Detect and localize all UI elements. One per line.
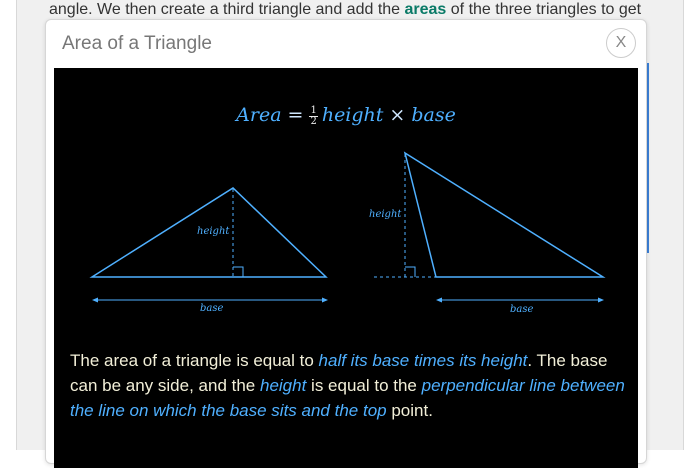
right-triangle: height base [369,151,606,315]
description-highlight-height: height [259,376,307,395]
description-part-1: The area of a triangle is equal to [70,351,319,370]
right-arrowhead-right-icon [598,297,604,303]
left-arrowhead-left-icon [92,297,98,303]
description-part-3: is equal to the [306,376,422,395]
left-arrowhead-right-icon [322,297,328,303]
background-paragraph: angle. We then create a third triangle a… [49,0,641,20]
triangle-explanation-panel: Area = 1 2 height × base height base height [54,68,638,468]
background-text-before: angle. We then create a third triangle a… [49,1,405,18]
right-height-label: height [369,209,402,220]
right-triangle-shape [403,151,606,278]
area-of-triangle-dialog: Area of a Triangle X Area = 1 2 height × base … [45,19,647,468]
selection-accent-bar [647,63,650,253]
area-description: The area of a triangle is equal to half … [70,348,630,423]
triangle-diagram: height base height base [89,151,606,315]
right-right-angle-icon [405,266,416,277]
left-right-angle-icon [233,266,244,277]
areas-link[interactable]: areas [405,1,447,18]
right-base-label: base [510,304,533,315]
dialog-title: Area of a Triangle [62,33,212,54]
right-arrowhead-left-icon [436,297,442,303]
left-triangle: height base [89,187,328,314]
description-part-4: point. [386,401,433,420]
left-height-label: height [197,226,230,237]
close-button[interactable]: X [606,28,636,58]
description-highlight-half-base-height: half its base times its height [318,351,528,370]
left-base-label: base [200,303,223,314]
background-text-after: of the three triangles to get [446,1,642,18]
